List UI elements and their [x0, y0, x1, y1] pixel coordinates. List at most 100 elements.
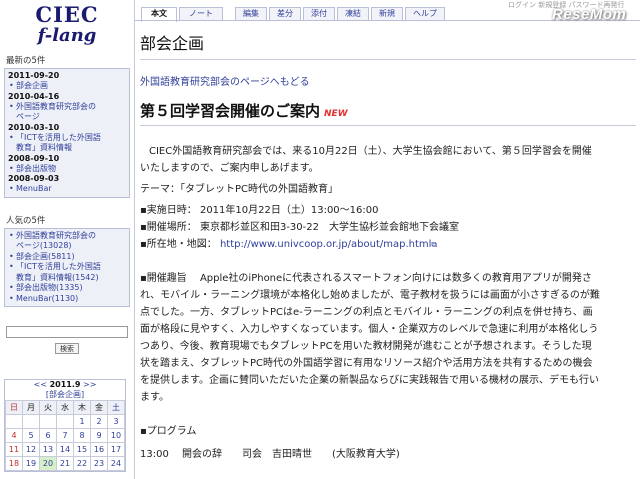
- calendar-day[interactable]: 14: [56, 442, 74, 457]
- latest-date: 2010-04-16: [8, 91, 60, 101]
- calendar-day: [22, 414, 40, 429]
- calendar-day[interactable]: 3: [107, 414, 125, 429]
- latest-date: 2008-09-10: [8, 153, 60, 163]
- popular-item[interactable]: 部会出版物(1335): [8, 283, 126, 294]
- popular-item[interactable]: 外国語教育研究部会のページ(13028): [8, 231, 126, 252]
- calendar-day[interactable]: 21: [56, 456, 74, 471]
- calendar-week-row: 18 19 20 21 22 23 24: [5, 456, 125, 471]
- calendar-day[interactable]: 8: [73, 428, 91, 443]
- calendar-page-link[interactable]: [部会企画]: [5, 390, 125, 400]
- calendar-weekday: 木: [73, 400, 91, 415]
- tab-freeze[interactable]: 凍結: [337, 7, 369, 21]
- calendar-day[interactable]: 11: [5, 442, 23, 457]
- program-heading: ▪プログラム: [140, 426, 197, 437]
- calendar-day[interactable]: 17: [107, 442, 125, 457]
- tab-help[interactable]: ヘルプ: [405, 7, 445, 21]
- date-line: ▪実施日時： 2011年10月22日（土）13:00〜16:00: [140, 205, 379, 216]
- calendar-prev-link[interactable]: <<: [34, 380, 47, 389]
- calendar-month: 2011.9: [49, 380, 81, 389]
- purpose-line: ます。: [140, 392, 169, 403]
- latest-item[interactable]: 部会企画: [8, 81, 126, 92]
- purpose-line: れ、モバイル・ラーニング環境が本格化し始めましたが、電子教材を扱うには画面が小さ…: [140, 290, 600, 301]
- calendar-day[interactable]: 2: [90, 414, 108, 429]
- purpose-line: 面が格段に見やすく、入力しやすくなっています。個人・企業双方のレベルで急速に利用…: [140, 324, 599, 335]
- calendar-day-today[interactable]: 20: [39, 456, 57, 471]
- tab-attach[interactable]: 添付: [303, 7, 335, 21]
- purpose-section: ▪開催趣旨 Apple社のiPhoneに代表されるスマートフォン向けには数多くの…: [140, 270, 636, 406]
- search-input[interactable]: [6, 325, 128, 338]
- intro-line: CIEC外国語教育研究部会では、来る10月22日（土）、大学生協会館において、第…: [149, 146, 592, 157]
- logo-title: CIEC: [35, 2, 99, 27]
- latest-item[interactable]: 外国語教育研究部会のページ: [8, 102, 126, 123]
- popular-item-line: 「ICTを活用した外国語: [16, 262, 101, 271]
- latest-list: 2011-09-20 部会企画 2010-04-16 外国語教育研究部会のページ…: [4, 68, 130, 198]
- calendar-weekday: 土: [107, 400, 125, 415]
- calendar-weekday: 水: [56, 400, 74, 415]
- site-logo[interactable]: CIEC f-lang: [0, 0, 134, 46]
- purpose-line: ▪開催趣旨 Apple社のiPhoneに代表されるスマートフォン向けには数多くの…: [140, 273, 592, 284]
- calendar-day[interactable]: 10: [107, 428, 125, 443]
- calendar-next-link[interactable]: >>: [83, 380, 96, 389]
- calendar-weekday: 金: [90, 400, 108, 415]
- page-title: 部会企画: [140, 30, 636, 60]
- theme-line: テーマ：「タブレットPC時代の外国語教育」: [140, 184, 339, 195]
- latest-item[interactable]: MenuBar: [8, 184, 126, 195]
- popular-item[interactable]: 部会企画(5811): [8, 252, 126, 263]
- calendar-day[interactable]: 13: [39, 442, 57, 457]
- popular-item-line: 外国語教育研究部会の: [16, 230, 96, 240]
- calendar-day[interactable]: 18: [5, 456, 23, 471]
- popular-item-line: 教育」資料情報(1542): [16, 272, 99, 282]
- calendar-day[interactable]: 5: [22, 428, 40, 443]
- calendar-day[interactable]: 1: [73, 414, 91, 429]
- latest-item-line: 外国語教育研究部会の: [16, 101, 96, 111]
- map-line: ▪所在地・地図： http://www.univcoop.or.jp/about…: [140, 236, 636, 253]
- calendar-weekday: 日: [5, 400, 23, 415]
- calendar-grid: 日 月 火 水 木 金 土 1 2 3 4 5 6 7 8 9 10 11 12…: [5, 400, 125, 471]
- calendar-day: [56, 414, 74, 429]
- external-link-icon: ⧉: [431, 240, 438, 249]
- tab-diff[interactable]: 差分: [269, 7, 301, 21]
- calendar-day: [39, 414, 57, 429]
- calendar-day[interactable]: 7: [56, 428, 74, 443]
- calendar-day[interactable]: 15: [73, 442, 91, 457]
- calendar-weekday-row: 日 月 火 水 木 金 土: [5, 400, 125, 415]
- article-heading: 第５回学習会開催のご案内 NEW: [140, 100, 636, 126]
- calendar-day[interactable]: 6: [39, 428, 57, 443]
- purpose-line: を提供します。企画に賛同いただいた企業の新製品ならびに実践報告で用いる機材の展示…: [140, 375, 599, 386]
- calendar-week-row: 11 12 13 14 15 16 17: [5, 442, 125, 457]
- popular-heading: 人気の5件: [6, 215, 46, 226]
- calendar-day[interactable]: 4: [5, 428, 23, 443]
- wiki-page: { "logo": { "top": "CIEC", "sub": "f-lan…: [0, 0, 640, 479]
- map-link[interactable]: http://www.univcoop.or.jp/about/map.html: [220, 239, 431, 250]
- calendar-day[interactable]: 24: [107, 456, 125, 471]
- latest-date: 2011-09-20: [8, 71, 60, 80]
- popular-item[interactable]: MenuBar(1130): [8, 294, 126, 305]
- brand-watermark: ReseMom: [552, 6, 627, 23]
- calendar-day[interactable]: 16: [90, 442, 108, 457]
- search-form: 検索: [6, 321, 128, 354]
- search-button[interactable]: 検索: [55, 343, 79, 354]
- calendar-weekday: 月: [22, 400, 40, 415]
- latest-item[interactable]: 部会出版物: [8, 164, 126, 175]
- calendar: << 2011.9 >> [部会企画] 日 月 火 水 木 金 土 1 2 3 …: [4, 379, 126, 472]
- purpose-line: つあり、今後、教育現場でもタブレットPCを用いた教材開発が進むことが予想されます…: [140, 341, 592, 352]
- sidebar: CIEC f-lang 最新の5件 2011-09-20 部会企画 2010-0…: [0, 0, 135, 479]
- latest-item[interactable]: 「ICTを活用した外国語教育」資料情報: [8, 133, 126, 154]
- calendar-week-row: 4 5 6 7 8 9 10: [5, 428, 125, 443]
- calendar-day[interactable]: 9: [90, 428, 108, 443]
- calendar-day[interactable]: 19: [22, 456, 40, 471]
- place-line: ▪開催場所： 東京都杉並区和田3-30-22 大学生協杉並会館地下会議室: [140, 222, 459, 233]
- tab-note[interactable]: ノート: [179, 7, 223, 21]
- latest-item-line: ページ: [16, 112, 40, 121]
- latest-item-line: 「ICTを活用した外国語: [16, 132, 101, 142]
- program-line: 13:00 開会の辞 司会 吉田晴世 (大阪教育大学): [140, 449, 400, 460]
- calendar-day[interactable]: 12: [22, 442, 40, 457]
- tab-new[interactable]: 新規: [371, 7, 403, 21]
- popular-item[interactable]: 「ICTを活用した外国語教育」資料情報(1542): [8, 262, 126, 283]
- calendar-day[interactable]: 23: [90, 456, 108, 471]
- map-label: ▪所在地・地図：: [140, 239, 217, 250]
- tab-edit[interactable]: 編集: [235, 7, 267, 21]
- back-link[interactable]: 外国語教育研究部会のページへもどる: [140, 73, 636, 88]
- calendar-day[interactable]: 22: [73, 456, 91, 471]
- calendar-day: [5, 414, 23, 429]
